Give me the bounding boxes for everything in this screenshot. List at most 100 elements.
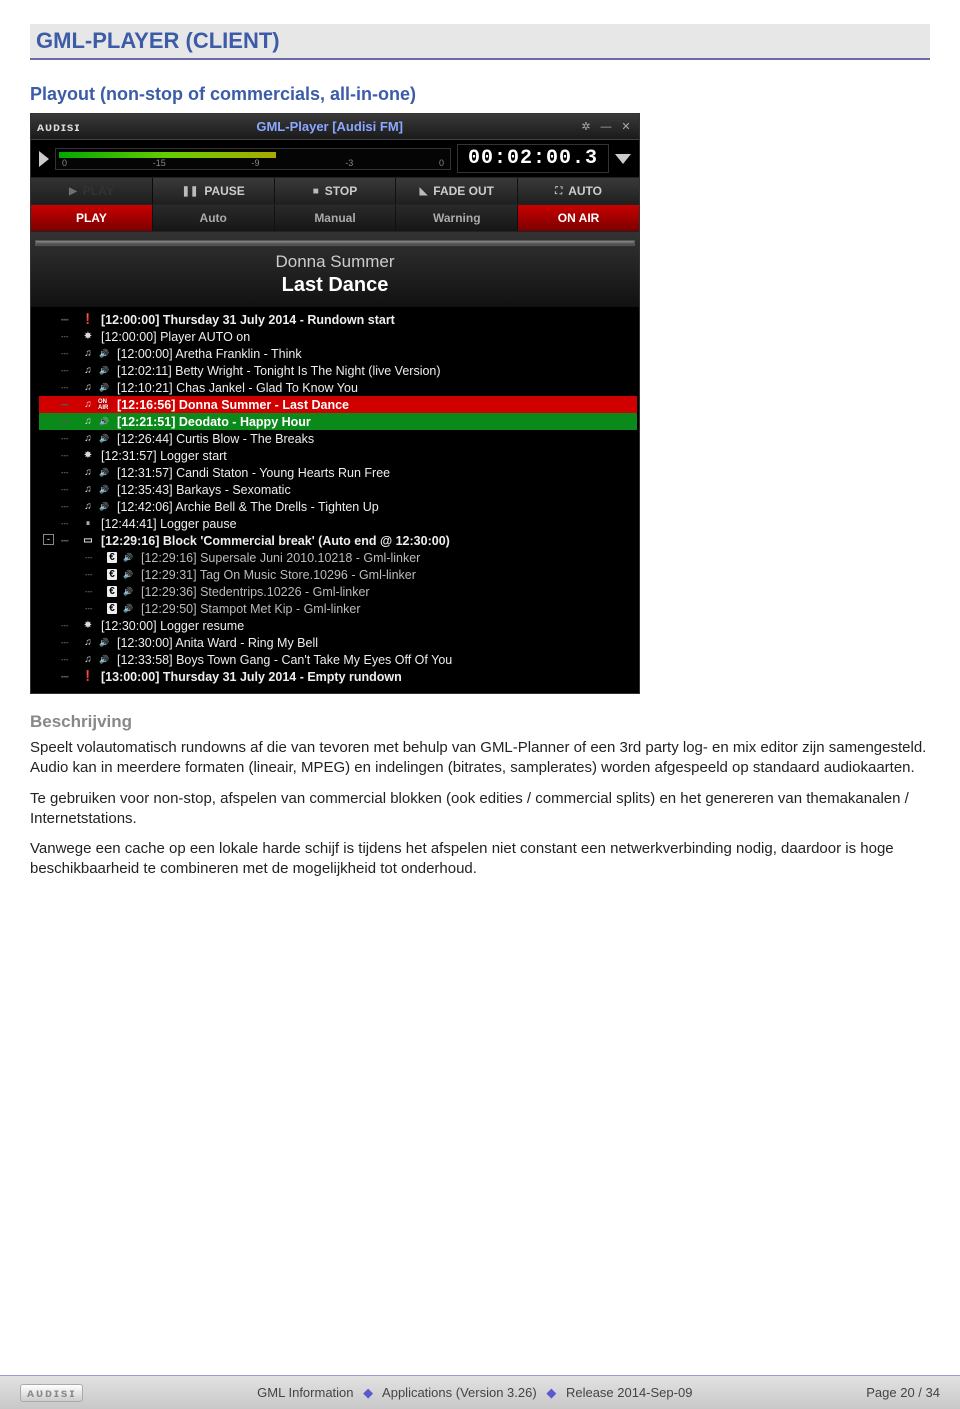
rundown-row[interactable]: ┄[12:02:11] Betty Wright - Tonight Is Th… [39, 362, 637, 379]
rundown-row[interactable]: ┄ [12:26:44] Curtis Blow - The Breaks [39, 430, 637, 447]
rundown-row-text: [12:29:31] Tag On Music Store.10296 - Gm… [141, 568, 416, 582]
note-icon [81, 348, 95, 360]
rundown-row-text: [12:00:00] Aretha Franklin - Think [117, 347, 302, 361]
status-play[interactable]: PLAY [31, 205, 153, 231]
rundown-row-text: [12:29:16] Supersale Juni 2010.10218 - G… [141, 551, 420, 565]
status-auto[interactable]: Auto [153, 205, 275, 231]
tree-connector-icon: ┄ [61, 431, 79, 446]
rundown-row-text: [12:44:41] Logger pause [101, 517, 237, 531]
rundown-row[interactable]: ┄[12:21:51] Deodato - Happy Hour [39, 413, 637, 430]
spk-icon [121, 569, 135, 581]
rundown-row-text: [12:42:06] Archie Bell & The Drells - Ti… [117, 500, 379, 514]
meter-tick: -3 [345, 158, 353, 168]
tree-connector-icon: ┄ [61, 652, 79, 667]
status-onair[interactable]: ON AIR [518, 205, 639, 231]
status-row: PLAY Auto Manual Warning ON AIR [31, 204, 639, 231]
rundown-row[interactable]: ┄[13:00:00] Thursday 31 July 2014 - Empt… [39, 668, 637, 685]
rundown-row[interactable]: ┄[12:00:00] Thursday 31 July 2014 - Rund… [39, 311, 637, 328]
page-footer: ᴀᴜᴅɪsɪ GML Information ◆ Applications (V… [0, 1375, 960, 1409]
tree-expander-icon[interactable]: - [43, 534, 54, 545]
stop-button[interactable]: ■STOP [275, 178, 397, 204]
note-icon [81, 501, 95, 513]
footer-logo: ᴀᴜᴅɪsɪ [20, 1384, 83, 1402]
spk-icon [97, 416, 111, 428]
vu-meter: 0 -15 -9 -3 0 [55, 148, 451, 170]
status-manual[interactable]: Manual [275, 205, 397, 231]
rundown-row[interactable]: ┄[12:29:16] Supersale Juni 2010.10218 - … [39, 549, 637, 566]
rundown-row-text: [12:26:44] Curtis Blow - The Breaks [117, 432, 314, 446]
tree-connector-icon: ┄ [61, 448, 79, 463]
titlebar: ᴀᴜᴅɪsɪ GML-Player [Audisi FM] ✲ — ✕ [31, 114, 639, 140]
bang-icon [81, 314, 95, 326]
player-window: ᴀᴜᴅɪsɪ GML-Player [Audisi FM] ✲ — ✕ 0 -1… [30, 113, 640, 694]
note-icon [81, 433, 95, 445]
rundown-row[interactable]: ┄ [12:29:31] Tag On Music Store.10296 - G… [39, 566, 637, 583]
tree-connector-icon: ┄ [85, 601, 103, 616]
body-paragraph: Vanwege een cache op een lokale harde sc… [30, 839, 930, 880]
tree-connector-icon: ┄ [61, 380, 79, 395]
rundown-row[interactable]: ┄ON AIR[12:16:56] Donna Summer - Last Da… [39, 396, 637, 413]
body-paragraph: Speelt volautomatisch rundowns af die va… [30, 738, 930, 779]
rundown-row[interactable]: ┄ [12:44:41] Logger pause [39, 515, 637, 532]
tree-connector-icon: ┄ [61, 414, 79, 429]
footer-page: Page 20 / 34 [866, 1385, 940, 1400]
meter-row: 0 -15 -9 -3 0 00:02:00.3 [31, 140, 639, 177]
tree-connector-icon: ┄ [61, 329, 79, 344]
rundown-row[interactable]: ┄[12:42:06] Archie Bell & The Drells - T… [39, 498, 637, 515]
rundown-row[interactable]: ┄[12:30:00] Logger resume [39, 617, 637, 634]
status-warning[interactable]: Warning [396, 205, 518, 231]
spk-icon [97, 501, 111, 513]
euro-icon [105, 603, 119, 615]
app-logo: ᴀᴜᴅɪsɪ [37, 120, 80, 134]
rundown-row[interactable]: ┄[12:29:50] Stampot Met Kip - Gml-linker [39, 600, 637, 617]
fadeout-button[interactable]: ◣FADE OUT [396, 178, 518, 204]
rundown-row-text: [12:00:00] Thursday 31 July 2014 - Rundo… [101, 313, 395, 327]
rundown-row-text: [12:29:16] Block 'Commercial break' (Aut… [101, 534, 450, 548]
onair-icon: ON AIR [97, 399, 111, 411]
rundown-row[interactable]: ┄ [12:00:00] Player AUTO on [39, 328, 637, 345]
pause-button[interactable]: ❚❚PAUSE [153, 178, 275, 204]
progress-bar[interactable] [35, 240, 635, 246]
play-triangle-icon[interactable] [39, 151, 49, 167]
note-icon [81, 484, 95, 496]
spk-icon [121, 603, 135, 615]
gear-icon [81, 331, 95, 343]
rundown-row[interactable]: -┄[12:29:16] Block 'Commercial break' (A… [39, 532, 637, 549]
rundown-row[interactable]: ┄ [12:00:00] Aretha Franklin - Think [39, 345, 637, 362]
note-icon [81, 365, 95, 377]
rundown-row[interactable]: ┄[12:31:57] Candi Staton - Young Hearts … [39, 464, 637, 481]
rundown-row-text: [12:00:00] Player AUTO on [101, 330, 250, 344]
spk-icon [97, 467, 111, 479]
spk-icon [97, 382, 111, 394]
rundown-row[interactable]: ┄[12:33:58] Boys Town Gang - Can't Take … [39, 651, 637, 668]
tree-connector-icon: ┄ [61, 635, 79, 650]
note-icon [81, 399, 95, 411]
tree-connector-icon: ┄ [61, 363, 79, 378]
rundown-row[interactable]: ┄[12:10:21] Chas Jankel - Glad To Know Y… [39, 379, 637, 396]
auto-button[interactable]: ⛶AUTO [518, 178, 639, 204]
spk-icon [97, 654, 111, 666]
meter-tick: -9 [251, 158, 259, 168]
meter-tick: 0 [439, 158, 444, 168]
note-icon [81, 637, 95, 649]
rundown-row[interactable]: ┄[12:30:00] Anita Ward - Ring My Bell [39, 634, 637, 651]
note-icon [81, 467, 95, 479]
tree-connector-icon: ┄ [61, 482, 79, 497]
spk-icon [97, 637, 111, 649]
tree-connector-icon: ┄ [85, 584, 103, 599]
close-icon[interactable]: ✕ [619, 120, 633, 134]
rundown-row-text: [12:30:00] Logger resume [101, 619, 244, 633]
rundown-row[interactable]: ┄[12:35:43] Barkays - Sexomatic [39, 481, 637, 498]
rundown-row[interactable]: ┄[12:29:36] Stedentrips.10226 - Gml-link… [39, 583, 637, 600]
play-button[interactable]: ▶PLAY [31, 178, 153, 204]
tree-connector-icon: ┄ [61, 516, 79, 531]
minimize-icon[interactable]: — [599, 120, 613, 134]
gear-icon [81, 620, 95, 632]
rundown-row[interactable]: ┄ [12:31:57] Logger start [39, 447, 637, 464]
tree-connector-icon: ┄ [61, 346, 79, 361]
window-title: GML-Player [Audisi FM] [86, 119, 573, 134]
rundown-row-text: [12:31:57] Logger start [101, 449, 227, 463]
settings-icon[interactable]: ✲ [579, 120, 593, 134]
tree-connector-icon: ┄ [85, 567, 103, 582]
dropdown-triangle-icon[interactable] [615, 154, 631, 164]
